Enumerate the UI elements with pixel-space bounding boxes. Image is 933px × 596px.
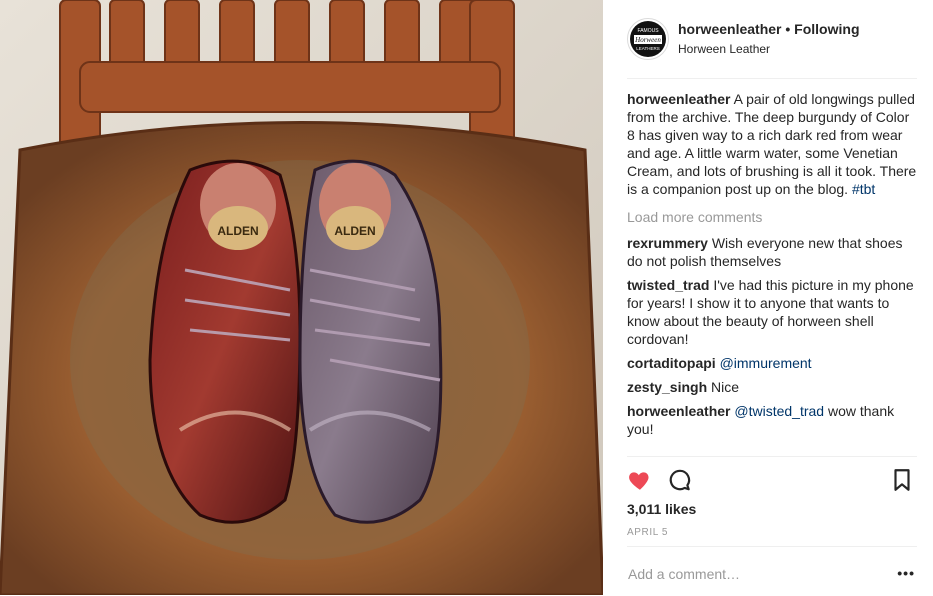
comment-item: twisted_trad I've had this picture in my… [627,276,917,348]
comment-item: horweenleather @twisted_trad wow thank y… [627,402,917,438]
post-location[interactable]: Horween Leather [678,42,770,56]
avatar-text-middle: Horween [634,36,661,44]
post-sidebar: FAMOUS Horween LEATHERS horweenleather •… [603,0,933,595]
header-separator: • [785,21,791,37]
comments-list: horweenleather A pair of old longwings p… [627,90,917,444]
comment-mention[interactable]: @twisted_trad [734,403,824,419]
post-actions: 3,011 likes APRIL 5 [627,456,917,545]
post-view: ALDEN ALDEN FAMOUS Horween LEATHERS horw… [0,0,933,595]
post-photo[interactable]: ALDEN ALDEN [0,0,603,595]
heart-icon[interactable] [627,467,655,495]
comment-username[interactable]: rexrummery [627,235,708,251]
add-comment-input[interactable]: Add a comment… [628,566,740,582]
avatar-text-top: FAMOUS [637,28,659,34]
shoe-brand-left: ALDEN [217,224,258,238]
comment-text: Nice [711,379,740,395]
post-date: APRIL 5 [627,527,669,538]
comment-username[interactable]: cortaditopapi [627,355,716,371]
post-header: FAMOUS Horween LEATHERS horweenleather •… [627,18,917,79]
bookmark-icon[interactable] [889,467,917,495]
follow-status-button[interactable]: Following [794,21,859,37]
comment-mention[interactable]: @immurement [720,355,812,371]
caption-username[interactable]: horweenleather [627,91,730,107]
shoe-brand-right: ALDEN [334,224,375,238]
comment-username[interactable]: zesty_singh [627,379,707,395]
add-comment-bar: Add a comment… ••• [627,546,917,596]
load-more-comments-button[interactable]: Load more comments [627,208,917,226]
caption-hashtag[interactable]: #tbt [852,181,875,197]
comment-item: zesty_singh Nice [627,378,917,396]
likes-count[interactable]: 3,011 likes [627,501,696,517]
avatar-text-bottom: LEATHERS [636,46,659,51]
comment-item: rexrummery Wish everyone new that shoes … [627,234,917,270]
comment-username[interactable]: horweenleather [627,403,730,419]
header-username[interactable]: horweenleather [678,21,781,37]
header-user-line: horweenleather • Following [678,21,860,37]
caption: horweenleather A pair of old longwings p… [627,90,917,198]
comment-item: cortaditopapi @immurement [627,354,917,372]
comment-username[interactable]: twisted_trad [627,277,709,293]
avatar[interactable]: FAMOUS Horween LEATHERS [627,18,669,60]
comment-icon[interactable] [667,467,695,495]
more-options-button[interactable]: ••• [897,565,915,581]
